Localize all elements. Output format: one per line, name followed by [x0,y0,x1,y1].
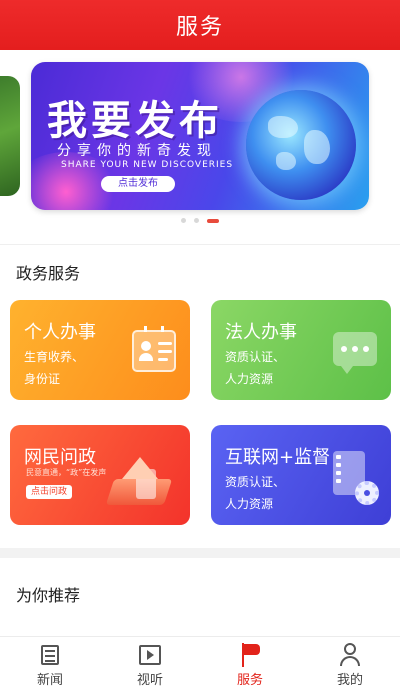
card-title: 网民问政 [24,447,96,468]
app-header: 服务 [0,0,400,50]
card-desc: 生育收养、 [24,350,85,364]
card-desc: 资质认证、 [225,350,286,364]
card-title: 法人办事 [225,322,297,343]
id-card-icon [132,326,176,372]
service-card-personal[interactable]: 个人办事 生育收养、 身份证 [10,300,190,400]
chat-bubble-icon [333,332,377,374]
carousel-indicator [0,218,400,223]
section-title-recommend: 为你推荐 [16,586,81,605]
video-icon [139,645,161,665]
section-separator [0,548,400,558]
previous-slide-preview[interactable] [0,76,20,196]
banner-title: 我要发布 [47,98,223,144]
tab-video[interactable]: 视听 [100,637,200,696]
tab-label: 我的 [336,673,363,688]
divider [0,244,400,245]
globe-illustration [246,90,356,200]
card-desc: 民意直通，“政”在发声 [26,468,107,477]
carousel-dot[interactable] [181,218,186,223]
service-card-internet-supervision[interactable]: 互联网+监督 资质认证、 人力资源 [211,425,391,525]
card-desc: 身份证 [24,372,61,386]
tab-label: 视听 [136,673,163,688]
card-title: 互联网+监督 [225,447,331,468]
tab-news[interactable]: 新闻 [0,637,100,696]
tab-mine[interactable]: 我的 [300,637,400,696]
page-title: 服务 [175,15,224,40]
tab-services[interactable]: 服务 [200,637,300,696]
card-title: 个人办事 [24,322,96,343]
tab-label: 新闻 [36,673,63,688]
carousel-dot-active[interactable] [207,218,219,223]
service-card-online-petition[interactable]: 网民问政 民意直通，“政”在发声 点击问政 [10,425,190,525]
banner-subtitle-en: SHARE YOUR NEW DISCOVERIES [61,160,234,170]
service-card-legal[interactable]: 法人办事 资质认证、 人力资源 [211,300,391,400]
banner-slide[interactable]: 我要发布 分享你的新奇发现 SHARE YOUR NEW DISCOVERIES… [31,62,369,210]
banner-subtitle: 分享你的新奇发现 [57,143,217,159]
bottom-tab-bar: 新闻 视听 服务 我的 [0,636,400,696]
card-desc: 人力资源 [225,372,274,386]
section-title-gov-services: 政务服务 [16,264,81,283]
carousel-dot[interactable] [194,218,199,223]
card-desc: 人力资源 [225,497,274,511]
petition-button[interactable]: 点击问政 [26,485,72,499]
house-phone-illustration [105,451,174,509]
flag-icon [240,643,262,667]
card-desc: 资质认证、 [225,475,286,489]
gear-icon [355,481,379,505]
publish-button[interactable]: 点击发布 [101,176,175,192]
banner-carousel[interactable]: 我要发布 分享你的新奇发现 SHARE YOUR NEW DISCOVERIES… [0,50,400,240]
news-icon [41,645,59,665]
tab-label: 服务 [236,673,263,688]
user-icon [340,643,360,667]
